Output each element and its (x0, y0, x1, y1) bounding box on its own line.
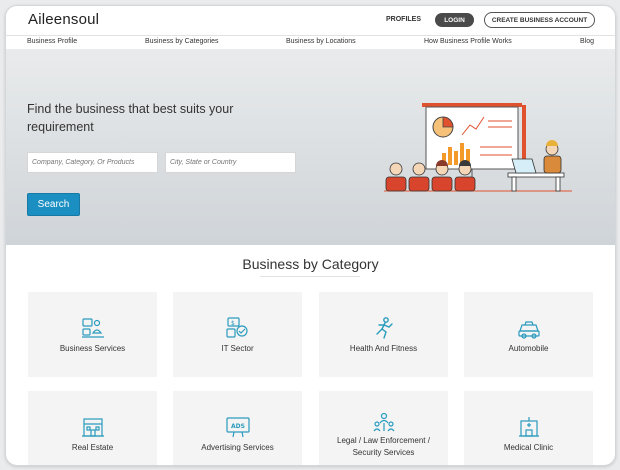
category-card-real-estate[interactable]: Real Estate (28, 391, 157, 465)
category-card-it-sector[interactable]: $ IT Sector (173, 292, 302, 377)
category-label: Advertising Services (201, 443, 274, 452)
presentation-meeting-illustration (384, 103, 572, 192)
menu-business-by-locations[interactable]: Business by Locations (286, 38, 356, 45)
category-card-business-services[interactable]: Business Services (28, 292, 157, 377)
search-button[interactable]: Search (27, 193, 80, 216)
buildings-icon (81, 418, 104, 437)
category-label: Medical Clinic (503, 443, 554, 452)
category-card-automobile[interactable]: Automobile (464, 292, 593, 377)
clinic-icon (518, 417, 539, 437)
svg-text:ADS: ADS (231, 423, 245, 430)
search-input[interactable] (27, 152, 158, 173)
location-input[interactable] (165, 152, 296, 173)
menu-how-business-profile-works[interactable]: How Business Profile Works (424, 38, 512, 45)
category-label: Real Estate (71, 443, 114, 452)
title-divider (260, 276, 360, 277)
menu-blog[interactable]: Blog (580, 38, 594, 45)
category-card-medical-clinic[interactable]: Medical Clinic (464, 391, 593, 465)
it-sector-icon: $ (225, 317, 248, 338)
profiles-link[interactable]: PROFILES (386, 16, 421, 23)
ads-billboard-icon: ADS (225, 417, 250, 438)
menu-business-by-categories[interactable]: Business by Categories (145, 38, 219, 45)
create-business-account-button[interactable]: CREATE BUSINESS ACCOUNT (484, 12, 595, 28)
login-button[interactable]: LOGIN (435, 13, 474, 27)
svg-text:$: $ (231, 320, 235, 327)
category-label: Legal / Law Enforcement / Security Servi… (337, 436, 430, 457)
category-label: Health And Fitness (349, 344, 418, 353)
running-person-icon (375, 317, 393, 339)
business-services-icon (81, 318, 104, 338)
browser-frame: Aileensoul PROFILES LOGIN CREATE BUSINES… (5, 5, 616, 466)
legal-security-icon (373, 412, 394, 432)
section-title: Business by Category (242, 256, 379, 272)
main-menu: Business Profile Business by Categories … (6, 35, 615, 50)
category-label: Business Services (59, 344, 126, 353)
menu-business-profile[interactable]: Business Profile (27, 38, 77, 45)
hero-title: Find the business that best suits your r… (27, 102, 234, 134)
category-label: Automobile (508, 344, 549, 353)
category-card-health-and-fitness[interactable]: Health And Fitness (319, 292, 448, 377)
category-card-advertising-services[interactable]: ADS Advertising Services (173, 391, 302, 465)
category-card-legal-security[interactable]: Legal / Law Enforcement / Security Servi… (319, 391, 448, 465)
logo[interactable]: Aileensoul (28, 11, 99, 28)
hero-banner: Find the business that best suits your r… (6, 49, 615, 245)
top-header: Aileensoul PROFILES LOGIN CREATE BUSINES… (6, 6, 615, 35)
car-icon (517, 321, 540, 339)
category-label: IT Sector (221, 344, 254, 353)
